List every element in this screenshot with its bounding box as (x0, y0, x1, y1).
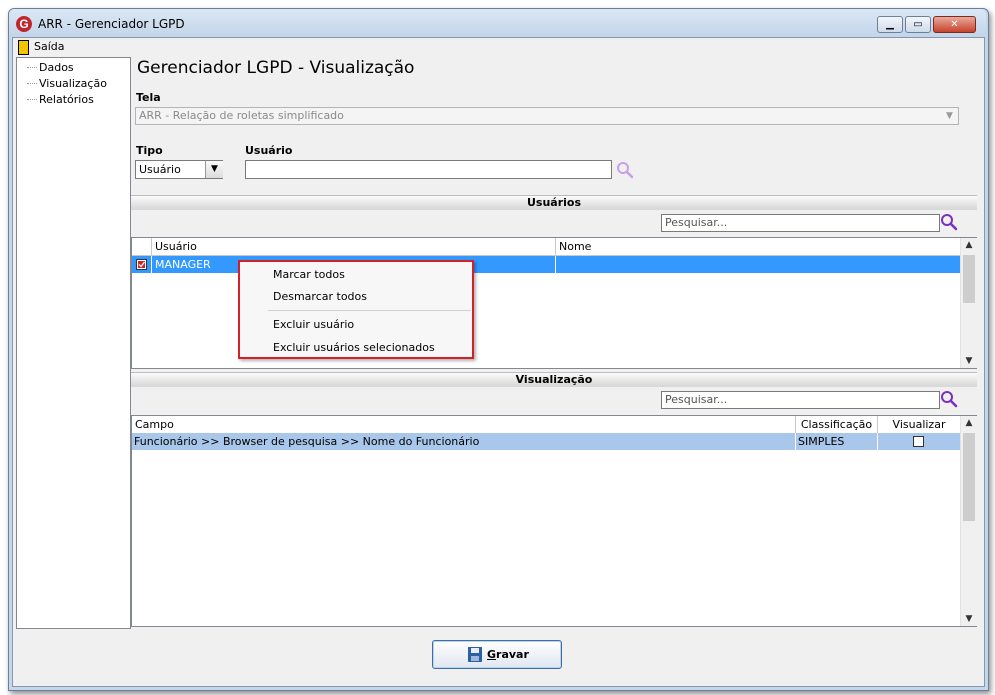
checkbox-column-header (132, 238, 152, 255)
ctx-marcar-todos[interactable]: Marcar todos (273, 268, 345, 281)
cell-divider (795, 433, 796, 450)
save-label-rest: ravar (496, 648, 529, 661)
cell-divider (877, 433, 878, 450)
cell-classificacao[interactable]: SIMPLES (798, 435, 844, 448)
cell-usuario[interactable]: MANAGER (155, 258, 211, 271)
menu-exit[interactable]: Saída (34, 40, 65, 53)
column-header-visualizar[interactable]: Visualizar (878, 416, 960, 433)
ctx-excluir-selecionados[interactable]: Excluir usuários selecionados (273, 341, 435, 354)
cell-divider (555, 256, 556, 273)
ctx-excluir-usuario[interactable]: Excluir usuário (273, 318, 354, 331)
tree-connector (27, 67, 37, 68)
column-header-campo[interactable]: Campo (132, 416, 796, 433)
tree-connector (27, 99, 37, 100)
tree-item-dados[interactable]: Dados (39, 61, 74, 74)
tipo-label: Tipo (136, 144, 163, 157)
minimize-button[interactable]: ▁ (877, 16, 903, 33)
column-header-classificacao[interactable]: Classificação (796, 416, 878, 433)
minimize-icon: ▁ (886, 19, 894, 30)
scroll-down-icon[interactable]: ▼ (961, 614, 977, 624)
visualizacao-grid-header: Campo Classificação Visualizar (132, 416, 960, 434)
save-label-mnemonic: G (487, 648, 497, 661)
usuario-input[interactable] (245, 160, 612, 179)
visualizacao-scrollbar[interactable]: ▲ ▼ (960, 416, 977, 626)
maximize-icon: ▭ (913, 19, 923, 30)
save-button-label[interactable]: Gravar (487, 648, 529, 661)
tela-label: Tela (136, 91, 161, 104)
floppy-disk-icon (468, 647, 482, 662)
usuarios-search-input[interactable]: Pesquisar... (661, 214, 940, 232)
column-header-nome[interactable]: Nome (556, 238, 960, 255)
search-icon[interactable] (616, 161, 634, 179)
scroll-up-icon[interactable]: ▲ (961, 418, 977, 428)
scroll-down-icon[interactable]: ▼ (961, 356, 977, 366)
navigation-tree (16, 57, 131, 629)
maximize-button[interactable]: ▭ (905, 16, 931, 33)
scroll-up-icon[interactable]: ▲ (961, 240, 977, 250)
tree-item-relatorios[interactable]: Relatórios (39, 93, 94, 106)
visualizar-checkbox[interactable] (913, 436, 924, 447)
usuarios-scrollbar[interactable]: ▲ ▼ (960, 238, 977, 368)
menu-divider (268, 310, 471, 311)
tela-select[interactable]: ARR - Relação de roletas simplificado (135, 107, 959, 125)
usuarios-section-header: Usuários (131, 195, 977, 210)
checkmark-icon (138, 261, 146, 268)
scroll-thumb[interactable] (963, 433, 975, 521)
window-title: ARR - Gerenciador LGPD (38, 17, 185, 31)
cell-divider (151, 256, 152, 273)
cell-campo[interactable]: Funcionário >> Browser de pesquisa >> No… (134, 435, 479, 448)
chevron-down-icon[interactable]: ▼ (205, 161, 223, 178)
close-button[interactable]: ✕ (933, 16, 976, 33)
tree-item-visualizacao[interactable]: Visualização (39, 77, 107, 90)
exit-door-icon[interactable] (18, 40, 29, 55)
chevron-down-icon[interactable]: ▼ (941, 108, 958, 124)
tree-connector (27, 83, 37, 84)
page-title: Gerenciador LGPD - Visualização (137, 58, 415, 78)
visualizacao-search-input[interactable]: Pesquisar... (661, 391, 940, 409)
visualizacao-section-header: Visualização (131, 372, 977, 387)
column-header-usuario[interactable]: Usuário (152, 238, 556, 255)
scroll-thumb[interactable] (963, 255, 975, 303)
search-icon[interactable] (940, 213, 958, 231)
row-checkbox[interactable] (136, 259, 147, 270)
app-logo-icon: G (16, 16, 32, 32)
ctx-desmarcar-todos[interactable]: Desmarcar todos (273, 290, 367, 303)
usuario-label: Usuário (245, 144, 293, 157)
search-icon[interactable] (940, 390, 958, 408)
close-icon: ✕ (950, 19, 959, 30)
usuarios-grid-header: Usuário Nome (132, 238, 960, 256)
